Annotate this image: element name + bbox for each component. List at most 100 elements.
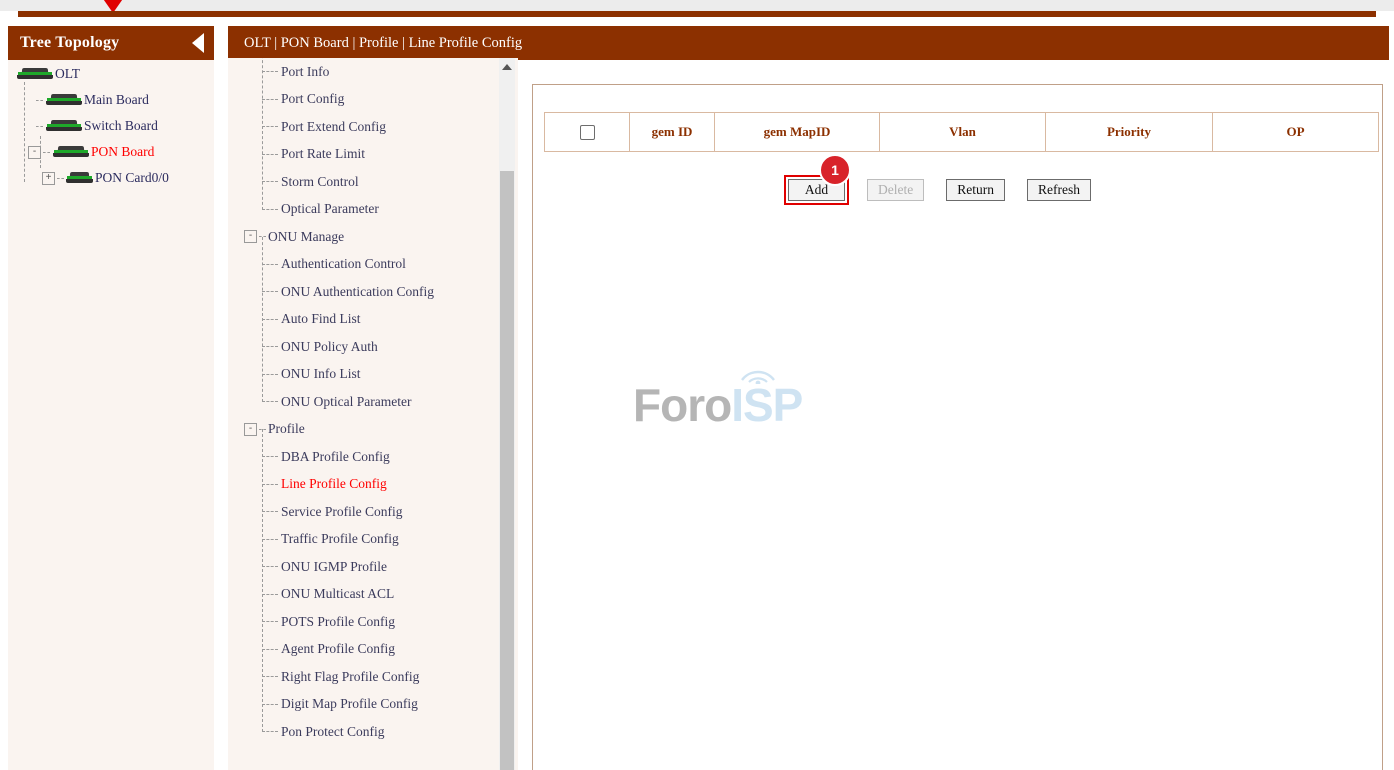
- tree-topology-title: Tree Topology: [20, 34, 192, 52]
- menu-item-label: Pon Protect Config: [281, 724, 385, 740]
- scrollbar-thumb[interactable]: [500, 171, 514, 770]
- menu-item-service-profile-config[interactable]: Service Profile Config: [244, 498, 518, 526]
- menu-connector: [262, 346, 278, 347]
- tree-node-pon-card[interactable]: + PON Card0/0: [42, 170, 169, 186]
- menu-item-pon-protect-config[interactable]: Pon Protect Config: [244, 718, 518, 746]
- menu-item-onu-info-list[interactable]: ONU Info List: [244, 361, 518, 389]
- menu-expander-toggle[interactable]: -: [244, 230, 257, 243]
- return-button[interactable]: Return: [946, 179, 1005, 201]
- menu-connector: [262, 401, 278, 402]
- tree-node-label: PON Board: [91, 144, 154, 160]
- menu-item-label: ONU Policy Auth: [281, 339, 378, 355]
- menu-connector: [262, 566, 278, 567]
- tree-connector: [43, 152, 50, 153]
- menu-connector: [262, 374, 278, 375]
- return-button-wrapper: Return: [946, 179, 1005, 201]
- menu-item-profile[interactable]: -Profile: [244, 416, 518, 444]
- refresh-button[interactable]: Refresh: [1027, 179, 1091, 201]
- device-icon: [66, 172, 94, 184]
- menu-item-label: ONU IGMP Profile: [281, 559, 387, 575]
- menu-item-digit-map-profile-config[interactable]: Digit Map Profile Config: [244, 691, 518, 719]
- tree-connector: [36, 126, 43, 127]
- menu-item-auto-find-list[interactable]: Auto Find List: [244, 306, 518, 334]
- menu-item-onu-authentication-config[interactable]: ONU Authentication Config: [244, 278, 518, 306]
- tree-node-olt[interactable]: OLT: [16, 66, 80, 82]
- menu-item-storm-control[interactable]: Storm Control: [244, 168, 518, 196]
- table-header-row: gem ID gem MapID Vlan Priority OP: [545, 113, 1379, 152]
- menu-connector: [262, 594, 278, 595]
- menu-connector: [262, 621, 278, 622]
- select-all-checkbox[interactable]: [580, 125, 595, 140]
- menu-item-authentication-control[interactable]: Authentication Control: [244, 251, 518, 279]
- main-content: gem ID gem MapID Vlan Priority OP Add 1 …: [519, 60, 1387, 770]
- menu-item-pots-profile-config[interactable]: POTS Profile Config: [244, 608, 518, 636]
- navigation-menu-scrollbar[interactable]: [499, 58, 515, 770]
- menu-item-label: Agent Profile Config: [281, 641, 395, 657]
- tree-rail-root: [24, 82, 25, 182]
- table-header-gem-id: gem ID: [630, 113, 715, 152]
- tree-node-switch-board[interactable]: Switch Board: [36, 118, 158, 134]
- content-card: gem ID gem MapID Vlan Priority OP Add 1 …: [532, 84, 1383, 770]
- tree-connector: [57, 178, 64, 179]
- menu-item-label: ONU Optical Parameter: [281, 394, 411, 410]
- menu-item-line-profile-config[interactable]: Line Profile Config: [244, 471, 518, 499]
- menu-item-label: Auto Find List: [281, 311, 361, 327]
- action-button-row: Add 1 Delete Return Refresh: [788, 179, 1091, 201]
- tree-expander-toggle[interactable]: +: [42, 172, 55, 185]
- menu-item-optical-parameter[interactable]: Optical Parameter: [244, 196, 518, 224]
- menu-item-onu-igmp-profile[interactable]: ONU IGMP Profile: [244, 553, 518, 581]
- menu-item-right-flag-profile-config[interactable]: Right Flag Profile Config: [244, 663, 518, 691]
- menu-item-agent-profile-config[interactable]: Agent Profile Config: [244, 636, 518, 664]
- scroll-up-arrow-icon[interactable]: [499, 58, 515, 75]
- watermark-foro: Foro: [633, 379, 731, 431]
- menu-expander-toggle[interactable]: -: [244, 423, 257, 436]
- menu-item-label: ONU Multicast ACL: [281, 586, 394, 602]
- menu-item-port-rate-limit[interactable]: Port Rate Limit: [244, 141, 518, 169]
- menu-item-label: ONU Manage: [268, 229, 344, 245]
- menu-item-label: DBA Profile Config: [281, 449, 390, 465]
- menu-item-label: Storm Control: [281, 174, 359, 190]
- menu-connector: [262, 264, 278, 265]
- menu-item-onu-policy-auth[interactable]: ONU Policy Auth: [244, 333, 518, 361]
- breadcrumb: OLT | PON Board | Profile | Line Profile…: [244, 35, 522, 52]
- menu-connector: [262, 676, 278, 677]
- menu-connector: [262, 704, 278, 705]
- menu-connector: [259, 236, 266, 237]
- menu-item-dba-profile-config[interactable]: DBA Profile Config: [244, 443, 518, 471]
- menu-item-label: Digit Map Profile Config: [281, 696, 418, 712]
- menu-item-onu-optical-parameter[interactable]: ONU Optical Parameter: [244, 388, 518, 416]
- menu-item-label: Port Config: [281, 91, 344, 107]
- tree-topology-body: OLT Main Board Switch Board - PON Board: [8, 60, 214, 770]
- menu-connector: [262, 539, 278, 540]
- menu-item-label: Port Rate Limit: [281, 146, 365, 162]
- menu-item-label: Port Extend Config: [281, 119, 386, 135]
- device-icon: [45, 94, 83, 106]
- menu-item-port-info[interactable]: Port Info: [244, 58, 518, 86]
- line-profile-table: gem ID gem MapID Vlan Priority OP: [544, 112, 1379, 152]
- menu-connector: [259, 429, 266, 430]
- collapse-left-arrow-icon[interactable]: [192, 33, 204, 53]
- menu-connector: [262, 126, 278, 127]
- app-window: Tree Topology OLT Main Board Swit: [0, 0, 1394, 770]
- menu-connector: [262, 319, 278, 320]
- menu-item-label: Optical Parameter: [281, 201, 379, 217]
- menu-item-port-config[interactable]: Port Config: [244, 86, 518, 114]
- tree-expander-toggle[interactable]: -: [28, 146, 41, 159]
- tree-connector: [36, 100, 43, 101]
- menu-item-label: Profile: [268, 421, 305, 437]
- tree-node-main-board[interactable]: Main Board: [36, 92, 149, 108]
- menu-item-onu-manage[interactable]: -ONU Manage: [244, 223, 518, 251]
- foroisp-watermark: ForoISP: [633, 378, 802, 432]
- table-header-select: [545, 113, 630, 152]
- navigation-menu-panel: Port Info Port Config Port Extend Config Po…: [228, 58, 518, 770]
- delete-button-wrapper: Delete: [867, 179, 924, 201]
- navigation-menu-list: Port Info Port Config Port Extend Config Po…: [228, 58, 518, 746]
- tree-node-pon-board[interactable]: - PON Board: [28, 144, 154, 160]
- menu-connector: [262, 71, 278, 72]
- menu-item-traffic-profile-config[interactable]: Traffic Profile Config: [244, 526, 518, 554]
- tree-topology-panel: Tree Topology OLT Main Board Swit: [8, 26, 214, 770]
- menu-item-onu-multicast-acl[interactable]: ONU Multicast ACL: [244, 581, 518, 609]
- menu-item-label: Authentication Control: [281, 256, 406, 272]
- menu-item-port-extend-config[interactable]: Port Extend Config: [244, 113, 518, 141]
- table-header-gem-mapid: gem MapID: [715, 113, 880, 152]
